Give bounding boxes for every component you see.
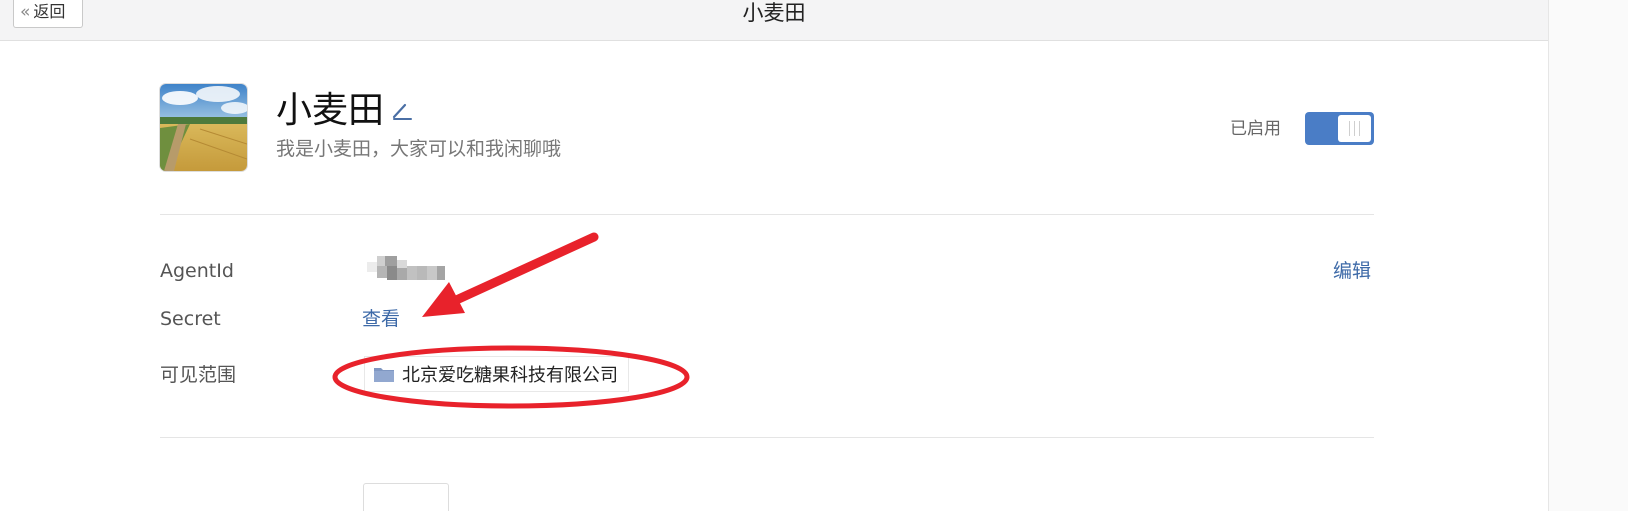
enable-toggle[interactable] <box>1305 112 1374 145</box>
agentid-label: AgentId <box>160 260 234 282</box>
secret-label: Secret <box>160 308 221 330</box>
annotation-arrowhead <box>422 282 465 317</box>
divider <box>160 437 1374 438</box>
scope-tag: 北京爱吃糖果科技有限公司 <box>364 356 629 392</box>
app-description: 我是小麦田，大家可以和我闲聊哦 <box>276 138 562 160</box>
view-secret-link[interactable]: 查看 <box>362 305 400 333</box>
wheat-field-image <box>160 84 247 171</box>
folder-icon <box>374 368 394 382</box>
visible-scope-label: 可见范围 <box>160 364 237 386</box>
toggle-knob <box>1338 115 1371 142</box>
app-detail-page: «返回 小麦田 小麦田 我是小麦田，大家可以和我闲聊哦 已启用 AgentId … <box>0 0 1628 511</box>
app-avatar <box>160 84 247 171</box>
status-label: 已启用 <box>1230 119 1281 139</box>
scrollbar[interactable] <box>1548 0 1628 511</box>
pixelated-agentid-value <box>367 256 445 280</box>
annotation-arrow <box>447 232 599 307</box>
annotation-overlay <box>332 232 690 409</box>
pencil-icon[interactable] <box>391 100 413 122</box>
edit-link[interactable]: 编辑 <box>1333 257 1371 285</box>
bottom-button[interactable] <box>363 483 449 511</box>
app-name: 小麦田 <box>276 90 385 131</box>
divider <box>160 214 1374 215</box>
page-title: 小麦田 <box>742 1 806 25</box>
top-bar: «返回 小麦田 <box>0 0 1548 41</box>
scope-value: 北京爱吃糖果科技有限公司 <box>402 365 618 386</box>
